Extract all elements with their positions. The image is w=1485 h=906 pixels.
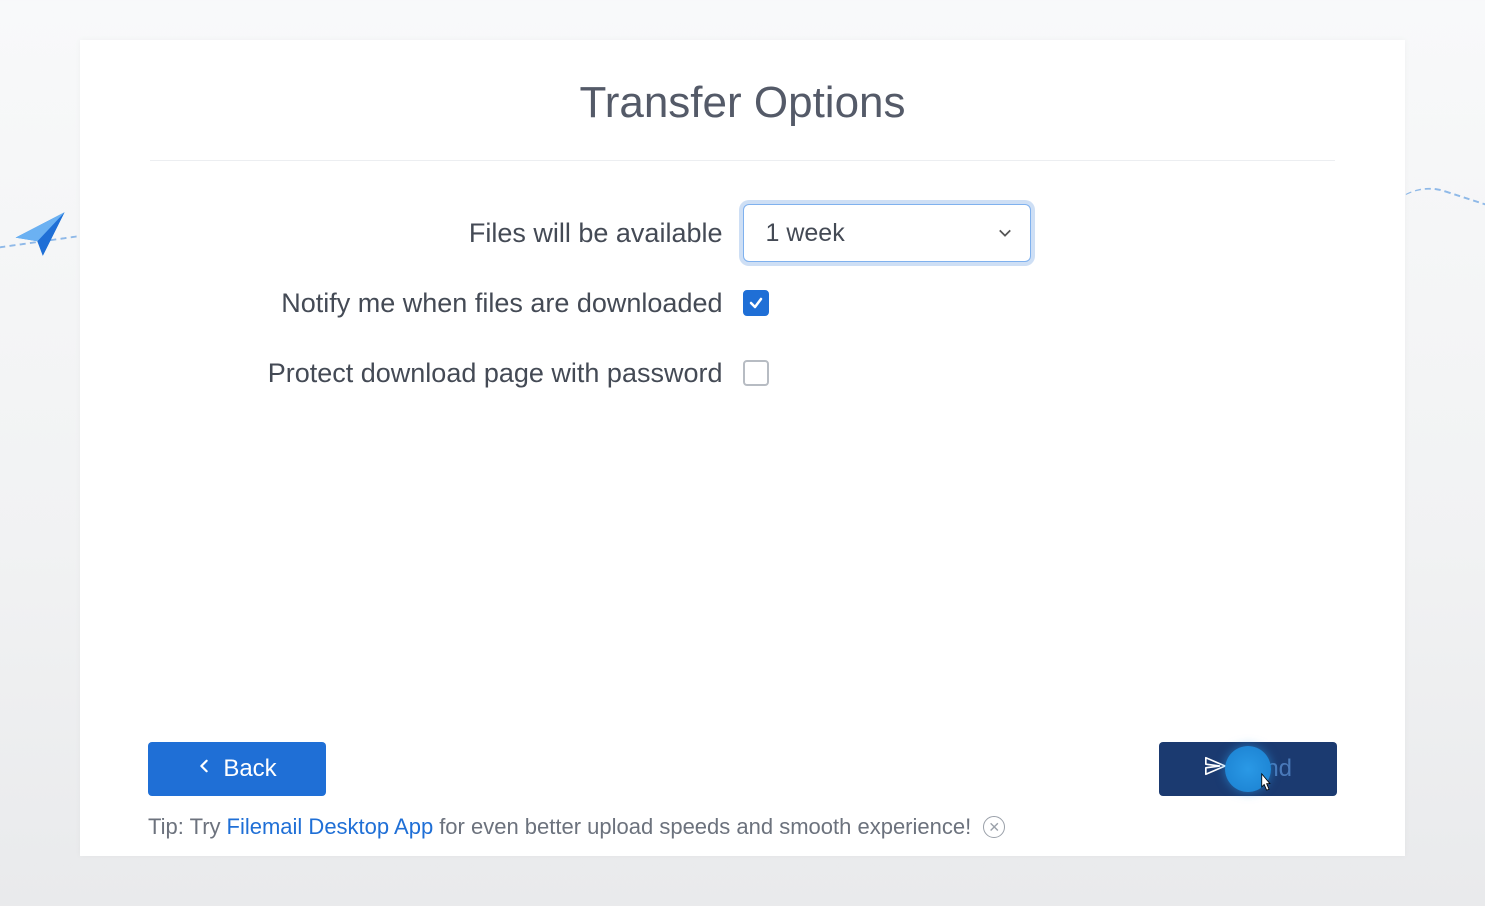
back-button[interactable]: Back <box>148 742 326 796</box>
tip-suffix: for even better upload speeds and smooth… <box>439 814 971 840</box>
send-button[interactable]: Send <box>1159 742 1337 796</box>
transfer-options-card: Transfer Options Files will be available… <box>80 40 1405 856</box>
divider <box>150 160 1335 161</box>
row-notify: Notify me when files are downloaded <box>80 273 1405 333</box>
back-button-label: Back <box>223 755 276 783</box>
tip-link[interactable]: Filemail Desktop App <box>227 814 434 840</box>
label-availability: Files will be available <box>80 218 743 249</box>
tip-dismiss-button[interactable]: ✕ <box>983 816 1005 838</box>
password-checkbox[interactable] <box>743 360 769 386</box>
label-notify: Notify me when files are downloaded <box>80 288 743 319</box>
send-icon <box>1204 755 1226 784</box>
chevron-down-icon <box>998 226 1012 240</box>
availability-select[interactable]: 1 week <box>743 204 1031 262</box>
row-availability: Files will be available 1 week <box>80 203 1405 263</box>
row-password: Protect download page with password <box>80 343 1405 403</box>
notify-checkbox[interactable] <box>743 290 769 316</box>
tip-prefix: Tip: Try <box>148 814 221 840</box>
tip-line: Tip: Try Filemail Desktop App for even b… <box>148 814 1337 840</box>
chevron-left-icon <box>197 755 211 783</box>
availability-select-value: 1 week <box>766 219 845 248</box>
label-password: Protect download page with password <box>80 358 743 389</box>
paper-plane-icon <box>12 205 70 263</box>
close-icon: ✕ <box>988 820 1000 834</box>
button-bar: Back Send <box>148 742 1337 796</box>
options-form: Files will be available 1 week Notify me… <box>80 203 1405 403</box>
page-title: Transfer Options <box>80 40 1405 160</box>
send-button-label: Send <box>1236 755 1292 783</box>
